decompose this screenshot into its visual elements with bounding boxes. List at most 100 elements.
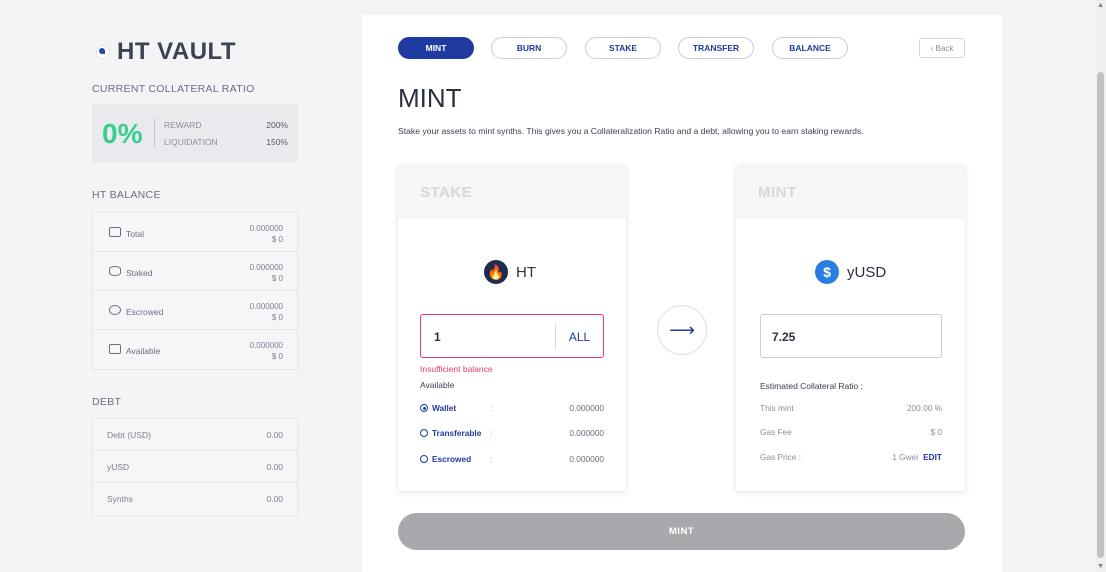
all-button[interactable]: ALL — [555, 324, 603, 350]
mint-amount-value: 7.25 — [772, 330, 796, 344]
back-button[interactable]: ‹ Back — [919, 38, 965, 58]
option-colon: : — [490, 428, 493, 438]
tab-mint[interactable]: MINT — [398, 37, 474, 59]
folder-icon — [109, 344, 121, 354]
debt-name: Debt (USD) — [107, 429, 151, 440]
reward-row: REWARD 200% — [164, 120, 288, 130]
tab-stake[interactable]: STAKE — [585, 37, 661, 59]
mint-amount-output[interactable]: 7.25 — [760, 314, 942, 358]
debt-name: Synths — [107, 494, 133, 504]
collateral-ratio-value: 0% — [102, 118, 143, 149]
collateral-ratio-label: CURRENT COLLATERAL RATIO — [92, 83, 255, 95]
balance-amount: 0.000000 $ 0 — [250, 301, 283, 323]
balance-amount: 0.000000 $ 0 — [250, 340, 283, 362]
balance-amount-ht: 0.000000 — [249, 341, 283, 350]
tab-transfer[interactable]: TRANSFER — [678, 37, 754, 59]
balance-amount: 0.000000 $ 0 — [250, 262, 283, 284]
reward-label: REWARD — [164, 120, 202, 130]
debt-row: Debt (USD) 0.00 — [93, 419, 297, 451]
liquidation-label: LIQUIDATION — [164, 137, 218, 147]
arrow-right-icon: ⟶ — [657, 305, 707, 355]
database-icon — [109, 266, 121, 276]
gas-fee-value: $ 0 — [930, 427, 942, 437]
option-transferable[interactable]: Transferable : 0.000000 — [420, 427, 604, 439]
option-name: Wallet — [432, 403, 457, 413]
insufficient-balance-error: Insufficient balance — [420, 364, 493, 374]
debt-label: DEBT — [92, 396, 122, 408]
mint-card-header: MINT — [736, 165, 965, 219]
option-value: 0.000000 — [569, 454, 604, 464]
sidebar: HT VAULT CURRENT COLLATERAL RATIO 0% REW… — [0, 0, 362, 572]
balance-amount-usd: $ 0 — [271, 352, 283, 361]
ht-balance-label: HT BALANCE — [92, 189, 161, 201]
estimated-ratio-label: Estimated Collateral Ratio : — [760, 381, 863, 391]
mint-card-title: MINT — [758, 184, 797, 201]
option-value: 0.000000 — [569, 428, 604, 438]
option-name: Transferable — [432, 428, 482, 438]
balance-amount-ht: 0.000000 — [249, 302, 283, 311]
balance-name: Escrowed — [126, 307, 164, 317]
dollar-icon: $ — [815, 260, 839, 284]
scroll-down-icon[interactable]: ▼ — [1097, 563, 1104, 570]
edit-gas-button[interactable]: EDIT — [923, 452, 942, 462]
this-mint-label: This mint — [760, 403, 794, 413]
stake-token: 🔥 HT — [484, 260, 536, 284]
debt-value: 0.00 — [266, 429, 283, 440]
balance-amount-usd: $ 0 — [271, 235, 283, 244]
balance-table: Total 0.000000 $ 0 Staked 0.000000 $ 0 Esc… — [92, 212, 298, 370]
logo: HT VAULT — [97, 38, 236, 66]
debt-value: 0.00 — [266, 461, 283, 472]
tab-burn[interactable]: BURN — [491, 37, 567, 59]
balance-row-total: Total 0.000000 $ 0 — [93, 213, 297, 252]
radio-icon[interactable] — [420, 455, 428, 463]
this-mint-value: 200.00 % — [906, 403, 942, 413]
radio-selected-icon[interactable] — [420, 404, 428, 412]
this-mint-row: This mint 200.00 % — [760, 403, 942, 415]
stake-card-header: STAKE — [398, 165, 626, 219]
gas-price-group: 1 Gwei EDIT — [892, 452, 942, 464]
scrollbar[interactable]: ▲ ▼ — [1095, 0, 1106, 572]
gas-fee-row: Gas Fee $ 0 — [760, 427, 942, 439]
tab-balance[interactable]: BALANCE — [772, 37, 848, 59]
mint-token-name: yUSD — [847, 263, 887, 281]
scrollbar-thumb[interactable] — [1097, 72, 1104, 558]
radio-icon[interactable] — [420, 429, 428, 437]
option-value: 0.000000 — [569, 403, 604, 413]
balance-row-available: Available 0.000000 $ 0 — [93, 330, 297, 369]
scroll-up-icon[interactable]: ▲ — [1097, 2, 1104, 9]
stake-card: STAKE 🔥 HT 1 ALL Insufficient balance Av… — [398, 165, 626, 491]
debt-table: Debt (USD) 0.00 yUSD 0.00 Synths 0.00 — [92, 418, 298, 516]
page-description: Stake your assets to mint synths. This g… — [398, 126, 864, 136]
debt-name: yUSD — [107, 461, 130, 472]
option-name: Escrowed — [432, 454, 472, 464]
stake-token-name: HT — [516, 263, 536, 281]
debt-value: 0.00 — [266, 494, 283, 504]
mint-button[interactable]: MINT — [398, 513, 965, 550]
balance-amount-usd: $ 0 — [271, 313, 283, 322]
gas-price-row: Gas Price : 1 Gwei EDIT — [760, 452, 942, 464]
ratio-divider — [154, 118, 155, 148]
logo-text: HT VAULT — [117, 38, 237, 65]
liquidation-value: 150% — [266, 137, 288, 147]
debt-row: yUSD 0.00 — [93, 451, 297, 483]
balance-amount-ht: 0.000000 — [249, 224, 283, 233]
vault-logo-icon — [97, 46, 109, 58]
reward-value: 200% — [266, 120, 288, 130]
gas-price-value: 1 Gwei — [892, 452, 919, 462]
balance-name: Total — [126, 229, 144, 239]
option-colon: : — [490, 403, 493, 413]
collateral-ratio-box: 0% REWARD 200% LIQUIDATION 150% — [92, 104, 298, 162]
option-wallet[interactable]: Wallet : 0.000000 — [420, 402, 604, 414]
balance-row-staked: Staked 0.000000 $ 0 — [93, 252, 297, 291]
option-escrowed[interactable]: Escrowed : 0.000000 — [420, 453, 604, 465]
ht-flame-icon: 🔥 — [484, 260, 508, 284]
available-label: Available — [420, 380, 455, 390]
option-colon: : — [490, 454, 493, 464]
stake-amount-input[interactable]: 1 ALL — [420, 314, 604, 358]
balance-amount-ht: 0.000000 — [249, 263, 283, 272]
balance-row-escrowed: Escrowed 0.000000 $ 0 — [93, 291, 297, 330]
mint-card: MINT $ yUSD 7.25 Estimated Collateral Ra… — [736, 165, 965, 491]
wallet-icon — [109, 227, 121, 237]
balance-amount: 0.000000 $ 0 — [250, 223, 283, 245]
balance-name: Available — [126, 346, 161, 356]
